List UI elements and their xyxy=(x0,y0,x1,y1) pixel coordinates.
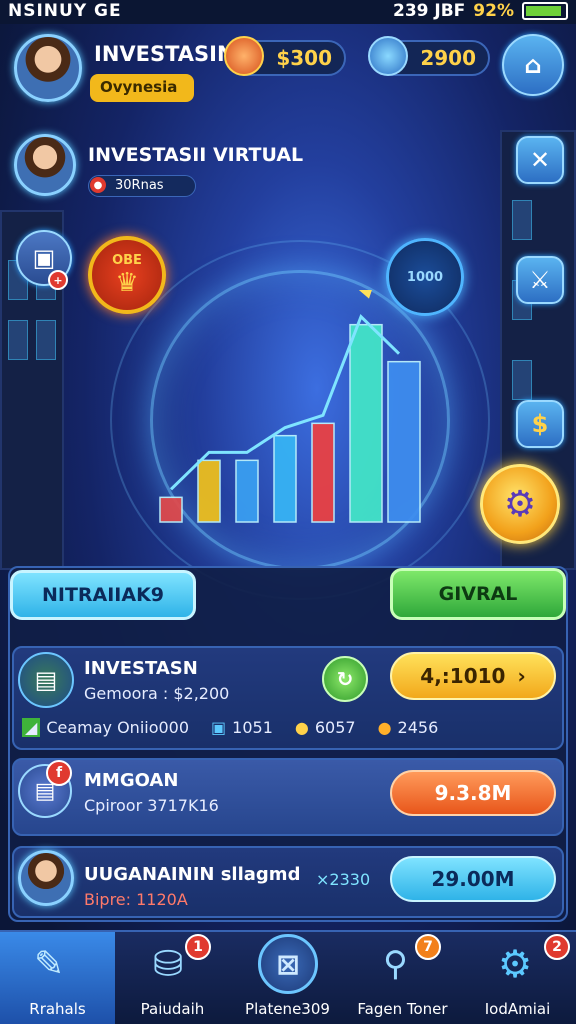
chart-bar xyxy=(159,496,183,523)
growth-chart xyxy=(159,290,421,523)
coin-value: $300 xyxy=(276,46,332,70)
tab-portfolio[interactable]: NITRAIIAK9 xyxy=(10,570,196,620)
chart-bar xyxy=(387,360,421,523)
row-extra: ×2330 xyxy=(316,870,371,889)
tab-portfolio-label: NITRAIIAK9 xyxy=(41,584,165,606)
tab-general[interactable]: GIVRAL xyxy=(390,568,566,620)
row-subtitle: Cpiroor 3717K16 xyxy=(84,796,219,815)
nav-item-home[interactable]: ✎ Rrahals xyxy=(0,932,115,1024)
nav-label: Fagen Toner xyxy=(357,1000,448,1018)
nav-item-market[interactable]: ⊠ Platene309 xyxy=(230,932,345,1024)
buy-button-label: 9.3.8M xyxy=(434,781,512,805)
profile-avatar[interactable] xyxy=(14,134,76,196)
row-title: MMGOAN xyxy=(84,770,179,791)
chart-bar xyxy=(349,323,383,523)
nav-badge: 7 xyxy=(415,934,441,960)
coin-icon xyxy=(224,36,264,76)
nav-label: IodAmiai xyxy=(484,1000,551,1018)
settings-coin-button[interactable]: ⚙ xyxy=(480,464,560,544)
wallet-icon: ▣ xyxy=(32,244,56,272)
invest-button-label: 4,:1010 xyxy=(420,664,506,688)
home-icon: ⌂ xyxy=(524,51,542,79)
gem-icon xyxy=(368,36,408,76)
nav-item-assets[interactable]: ⛁ 1 Paiudaih xyxy=(115,932,230,1024)
row-subtitle: Gemoora : $2,200 xyxy=(84,684,230,703)
invest-button[interactable]: 4,:1010 › xyxy=(390,652,556,700)
stats-dial-text: 1000 xyxy=(406,269,444,285)
chevron-right-icon: › xyxy=(517,664,526,688)
nav-badge: 2 xyxy=(544,934,570,960)
refresh-button[interactable]: ↻ xyxy=(322,656,368,702)
status-carrier: NSINUY GE xyxy=(8,1,122,21)
battery-icon xyxy=(522,2,568,20)
trophy-icon: ♛ xyxy=(115,267,139,298)
row-subtitle: Bipre: 1120A xyxy=(84,890,188,909)
cash-stack-icon: ▤ xyxy=(18,652,74,708)
stat-item: ◢ Ceamay Oniio000 xyxy=(22,718,189,737)
nav-item-settings[interactable]: ⚙ 2 IodAmiai xyxy=(460,932,575,1024)
achievement-badge-text: OBE xyxy=(112,252,142,268)
row-title: INVESTASN xyxy=(84,658,198,679)
nav-item-search[interactable]: ⚲ 7 Fagen Toner xyxy=(345,932,460,1024)
card-icon: ▣ xyxy=(211,718,227,737)
gear-icon: ⚙ xyxy=(503,483,537,525)
trend-arrow-icon xyxy=(358,290,372,299)
sword-icon: ⚔ xyxy=(529,266,551,294)
stat-item: ● 6057 xyxy=(294,718,356,737)
close-icon: ✕ xyxy=(529,146,551,174)
nav-label: Rrahals xyxy=(29,1000,86,1018)
gem-value: 2900 xyxy=(420,46,476,70)
building-window xyxy=(512,360,532,400)
row-title: UUGANAININ sllagmd xyxy=(84,864,301,885)
stat-item: ▣ 1051 xyxy=(211,718,273,737)
status-bar: NSINUY GE 239 JBF 92% xyxy=(0,0,576,24)
market-icon: ⊠ xyxy=(258,934,318,994)
status-battery-text: 92% xyxy=(473,1,514,21)
row-badge: f xyxy=(46,760,72,786)
nav-badge: 1 xyxy=(185,934,211,960)
chart-icon: ◢ xyxy=(22,718,41,737)
pencil-icon: ✎ xyxy=(34,944,65,985)
chart-bar xyxy=(235,459,259,523)
chart-bar xyxy=(197,459,221,523)
collect-button-label: 29.00M xyxy=(431,867,515,891)
nav-label: Platene309 xyxy=(245,1000,330,1018)
ruby-icon: ● xyxy=(90,177,106,193)
tab-general-label: GIVRAL xyxy=(438,583,518,605)
coin-small-icon: ● xyxy=(294,718,309,737)
close-button[interactable]: ✕ xyxy=(516,136,564,184)
status-time: 239 JBF xyxy=(392,1,466,21)
stats-strip: ◢ Ceamay Oniio000 ▣ 1051 ● 6057 ● 2456 xyxy=(22,718,438,737)
dollar-icon: $ xyxy=(531,410,549,438)
search-icon: ⚲ xyxy=(383,944,408,984)
gear-icon: ⚙ xyxy=(498,942,533,986)
building-window xyxy=(8,320,28,360)
chart-bar xyxy=(311,422,335,523)
gold-coin-icon: ● xyxy=(377,718,392,737)
player-rank-badge: Ovynesia xyxy=(90,74,194,102)
chart-bar xyxy=(273,434,297,523)
wallet-badge: + xyxy=(48,270,68,290)
refresh-icon: ↻ xyxy=(336,667,354,691)
collect-button[interactable]: 29.00M xyxy=(390,856,556,902)
building-window xyxy=(36,320,56,360)
home-button[interactable]: ⌂ xyxy=(502,34,564,96)
jar-icon: ⛁ xyxy=(153,944,184,985)
player-avatar[interactable] xyxy=(14,34,82,102)
bottom-nav: ✎ Rrahals ⛁ 1 Paiudaih ⊠ Platene309 ⚲ 7 … xyxy=(0,930,576,1024)
profile-title: INVESTASII VIRTUAL xyxy=(88,144,304,166)
player-name: INVESTASIN xyxy=(94,42,235,66)
nav-label: Paiudaih xyxy=(140,1000,205,1018)
stat-item: ● 2456 xyxy=(377,718,439,737)
row-avatar xyxy=(18,850,74,906)
shop-button[interactable]: $ xyxy=(516,400,564,448)
battle-button[interactable]: ⚔ xyxy=(516,256,564,304)
buy-button[interactable]: 9.3.8M xyxy=(390,770,556,816)
building-window xyxy=(512,200,532,240)
